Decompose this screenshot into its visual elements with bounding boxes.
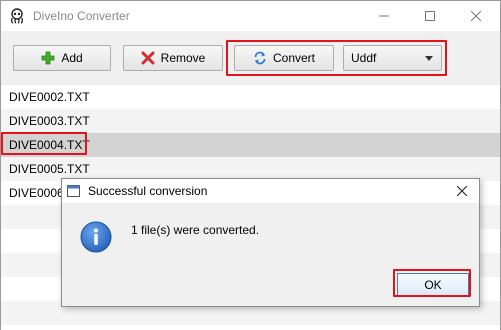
maximize-icon: [425, 11, 435, 21]
file-name: DIVE0004.TXT: [9, 138, 90, 152]
dialog-title: Successful conversion: [88, 184, 208, 198]
ok-button-label: OK: [424, 277, 442, 292]
ok-button[interactable]: OK: [397, 273, 469, 296]
window-title: DiveIno Converter: [33, 9, 130, 23]
file-name: DIVE0002.TXT: [9, 90, 90, 104]
red-x-icon: [141, 51, 155, 65]
list-item[interactable]: DIVE0002.TXT: [1, 85, 500, 109]
minimize-button[interactable]: [361, 1, 407, 31]
add-button-label: Add: [61, 51, 83, 65]
remove-button[interactable]: Remove: [123, 45, 223, 71]
close-button[interactable]: [453, 1, 499, 31]
chevron-down-icon: [425, 56, 433, 61]
info-icon: [80, 221, 112, 253]
convert-button[interactable]: Convert: [234, 45, 334, 71]
dialog-message: 1 file(s) were converted.: [131, 223, 260, 237]
toolbar: Add Remove Convert Uddf: [1, 31, 500, 85]
dialog-close-button[interactable]: [452, 182, 472, 200]
close-icon: [457, 186, 467, 196]
remove-button-label: Remove: [160, 51, 206, 65]
add-button[interactable]: Add: [13, 45, 111, 71]
file-name: DIVE0006: [9, 186, 64, 200]
green-plus-icon: [41, 51, 55, 65]
close-icon: [471, 11, 481, 21]
main-window: DiveIno Converter Add Remove Convert Udd…: [0, 0, 501, 330]
file-name: DIVE0005.TXT: [9, 162, 90, 176]
file-name: DIVE0003.TXT: [9, 114, 90, 128]
maximize-button[interactable]: [407, 1, 453, 31]
window-icon: [67, 185, 80, 197]
format-select-value: Uddf: [351, 51, 377, 65]
list-item[interactable]: DIVE0004.TXT: [1, 133, 500, 157]
octopus-icon: [11, 8, 23, 24]
refresh-arrows-icon: [254, 51, 266, 65]
success-dialog: Successful conversion 1 file(s) were con…: [61, 178, 480, 307]
title-bar: DiveIno Converter: [1, 1, 500, 31]
list-item[interactable]: DIVE0003.TXT: [1, 109, 500, 133]
minimize-icon: [379, 15, 389, 17]
dialog-body: 1 file(s) were converted. OK: [62, 203, 479, 306]
convert-button-label: Convert: [272, 51, 316, 65]
format-select[interactable]: Uddf: [343, 45, 442, 71]
dialog-title-bar: Successful conversion: [62, 179, 479, 203]
